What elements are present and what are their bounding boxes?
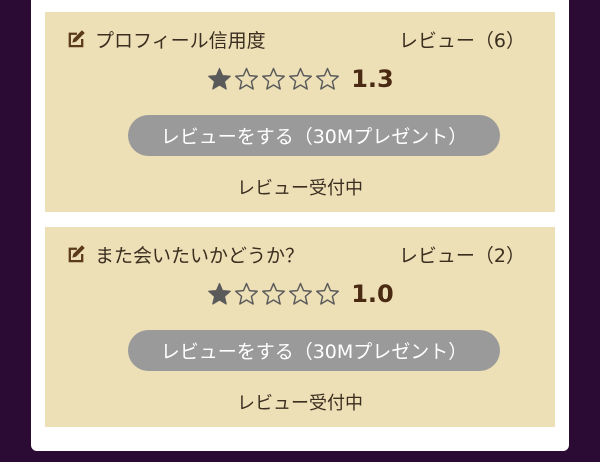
review-count[interactable]: レビュー（2）: [399, 241, 525, 268]
review-panel: プロフィール信用度 レビュー（6） 1.3 レビューをする（30Mプレゼント） …: [31, 0, 569, 451]
star-empty-icon: [289, 282, 313, 305]
review-status: レビュー受付中: [237, 393, 363, 414]
card-title-wrap: また会いたいかどうか？: [65, 241, 304, 268]
rating-row: 1.0: [45, 275, 555, 313]
star-empty-icon: [289, 67, 313, 90]
card-header: また会いたいかどうか？ レビュー（2）: [65, 237, 525, 271]
rating-value: 1.0: [351, 280, 394, 308]
edit-icon: [65, 28, 87, 50]
star-empty-icon: [262, 282, 286, 305]
edit-icon: [65, 243, 87, 265]
review-count[interactable]: レビュー（6）: [399, 26, 525, 53]
review-card-profile-trust: プロフィール信用度 レビュー（6） 1.3 レビューをする（30Mプレゼント） …: [45, 12, 555, 212]
star-empty-icon: [262, 67, 286, 90]
review-status: レビュー受付中: [237, 178, 363, 199]
review-card-meet-again: また会いたいかどうか？ レビュー（2） 1.0 レビューをする（30Mプレゼント…: [45, 227, 555, 427]
rating-row: 1.3: [45, 60, 555, 98]
card-title-wrap: プロフィール信用度: [65, 26, 266, 53]
rating-value: 1.3: [351, 65, 394, 93]
star-filled-icon: [208, 67, 232, 90]
star-rating: [206, 67, 341, 92]
star-empty-icon: [316, 67, 340, 90]
star-rating: [206, 282, 341, 307]
card-title: また会いたいかどうか？: [95, 244, 305, 267]
star-filled-icon: [208, 282, 232, 305]
card-title: プロフィール信用度: [95, 29, 266, 52]
write-review-button[interactable]: レビューをする（30Mプレゼント）: [128, 330, 500, 371]
write-review-button[interactable]: レビューをする（30Mプレゼント）: [128, 115, 500, 156]
card-header: プロフィール信用度 レビュー（6）: [65, 22, 525, 56]
star-empty-icon: [235, 282, 259, 305]
star-empty-icon: [316, 282, 340, 305]
star-empty-icon: [235, 67, 259, 90]
